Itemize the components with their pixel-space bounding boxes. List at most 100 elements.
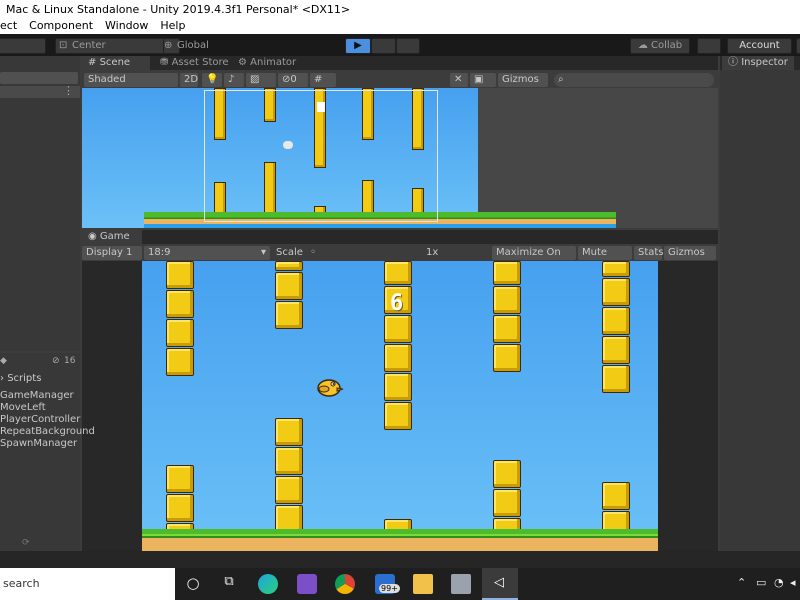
edge-icon[interactable]	[258, 574, 278, 594]
tab-asset-store[interactable]: ⛃ Asset Store	[154, 56, 235, 70]
pipe-block	[384, 344, 412, 372]
breadcrumb-scripts[interactable]: Scripts	[7, 373, 41, 384]
aspect-dropdown[interactable]: 18:9 ▾	[144, 246, 270, 260]
menu-item-project[interactable]: ect	[0, 19, 17, 34]
global-button[interactable]: Global	[177, 39, 209, 53]
shading-mode-dropdown[interactable]: Shaded	[84, 73, 178, 87]
camera-dropdown[interactable]: ▣	[470, 73, 496, 87]
tab-asset-store-label: Asset Store	[171, 57, 229, 68]
game-ground	[142, 529, 658, 551]
hidden-objects-toggle[interactable]: ⊘0	[278, 73, 308, 87]
filter-icon[interactable]: ◆	[0, 356, 7, 366]
transform-tools[interactable]	[0, 38, 46, 54]
file-item[interactable]: RepeatBackground	[0, 426, 95, 437]
wifi-icon[interactable]: ◔	[774, 576, 784, 589]
mode-2d-toggle[interactable]: 2D	[180, 73, 198, 87]
scene-search-input[interactable]: ⌕	[554, 73, 714, 87]
file-explorer-icon[interactable]	[413, 574, 433, 594]
player-duck	[316, 375, 344, 397]
tab-scene-label: Scene	[99, 57, 131, 68]
pipe-block	[493, 286, 521, 314]
display-label: Display 1	[86, 247, 133, 258]
pipe-block	[602, 482, 630, 510]
pipe-block	[384, 261, 412, 285]
scene-water	[144, 224, 616, 228]
duck-icon	[317, 379, 344, 397]
refresh-icon[interactable]: ⟳	[22, 538, 30, 548]
cortana-icon[interactable]: ○	[183, 574, 203, 594]
task-view-icon[interactable]: ⧉	[219, 574, 239, 594]
pipe-block	[275, 272, 303, 300]
lighting-toggle[interactable]: 💡	[202, 73, 222, 87]
file-item[interactable]: GameManager	[0, 390, 74, 401]
display-dropdown[interactable]: Display 1 ▾	[82, 246, 142, 272]
gizmos-dropdown[interactable]: Gizmos ▾	[498, 73, 548, 99]
services-button[interactable]	[697, 38, 721, 54]
pipe-block	[166, 290, 194, 318]
file-item[interactable]: PlayerController	[0, 414, 80, 425]
step-button[interactable]	[396, 38, 420, 54]
audio-toggle[interactable]: ♪	[224, 73, 244, 87]
pipe-block	[166, 348, 194, 376]
pipe-block	[166, 261, 194, 289]
inspector-tabstrip: ⓘ Inspector	[720, 56, 800, 70]
search-text: search	[3, 577, 40, 590]
scale-label: Scale	[276, 247, 303, 258]
account-dropdown[interactable]: Account	[727, 38, 792, 54]
photos-icon[interactable]	[451, 574, 471, 594]
pipe-block	[275, 418, 303, 446]
taskbar-search-box[interactable]: search	[0, 568, 175, 600]
chrome-icon[interactable]	[335, 574, 355, 594]
tab-animator[interactable]: ⚙ Animator	[232, 56, 302, 70]
global-icon: ⊕	[164, 40, 173, 51]
game-viewport[interactable]: 6	[82, 261, 718, 551]
tab-game[interactable]: ◉ Game	[82, 230, 142, 244]
center-button[interactable]: Center	[72, 39, 106, 53]
mail-icon[interactable]: 99+	[375, 574, 400, 594]
tools-button[interactable]: ✕	[450, 73, 468, 87]
tab-inspector[interactable]: ⓘ Inspector	[722, 56, 794, 70]
pipe-block	[493, 315, 521, 343]
eye-icon[interactable]: ⊘	[52, 356, 60, 366]
file-item[interactable]: MoveLeft	[0, 402, 46, 413]
pipe-block	[493, 261, 521, 285]
chevron-right-icon: ›	[0, 373, 4, 384]
hierarchy-search[interactable]	[0, 72, 78, 84]
mute-audio-toggle[interactable]: Mute Audio	[578, 246, 632, 272]
collab-button[interactable]: ☁ Collab	[630, 38, 690, 54]
tab-scene[interactable]: # Scene	[82, 56, 150, 70]
taskbar-unity-button[interactable]: ◁	[482, 568, 518, 600]
pipe-block	[275, 301, 303, 329]
play-button[interactable]: ▶	[345, 38, 371, 54]
menu-item-window[interactable]: Window	[105, 19, 148, 34]
volume-icon[interactable]: ◂	[790, 576, 796, 589]
more-icon[interactable]: ⋮	[63, 84, 74, 97]
effects-dropdown[interactable]: ▨	[246, 73, 276, 87]
pause-button[interactable]	[371, 38, 396, 54]
pipe-block	[166, 465, 194, 493]
stats-toggle[interactable]: Stats	[634, 246, 664, 260]
hierarchy-panel: ⋮	[0, 56, 80, 351]
pivot-toggle-group: ⊡ Center ⊕ Global	[55, 38, 209, 54]
animator-icon: ⚙	[238, 57, 247, 68]
menu-bar: ect Component Window Help	[0, 19, 800, 34]
account-label: Account	[739, 40, 780, 51]
battery-icon[interactable]: ▭	[756, 576, 766, 589]
scale-slider[interactable]: Scale ◦ 1x	[272, 246, 490, 260]
store-icon: ⛃	[160, 57, 169, 68]
speaker-icon: ♪	[228, 74, 235, 85]
maximize-on-play-toggle[interactable]: Maximize On Play	[492, 246, 576, 272]
chevron-up-icon[interactable]: ⌃	[737, 576, 746, 589]
scene-viewport[interactable]	[82, 88, 718, 228]
stats-label: Stats	[638, 247, 664, 258]
grid-dropdown[interactable]: #	[310, 73, 336, 87]
menu-item-help[interactable]: Help	[160, 19, 185, 34]
pipe-block	[493, 489, 521, 517]
menu-item-component[interactable]: Component	[29, 19, 93, 34]
layers-button[interactable]	[796, 38, 800, 54]
game-gizmos-dropdown[interactable]: Gizmos ▾	[664, 246, 716, 272]
visual-studio-icon[interactable]	[297, 574, 317, 594]
hierarchy-scene-row[interactable]: ⋮	[0, 84, 80, 98]
file-item[interactable]: SpawnManager	[0, 438, 77, 449]
status-bar	[0, 551, 800, 568]
